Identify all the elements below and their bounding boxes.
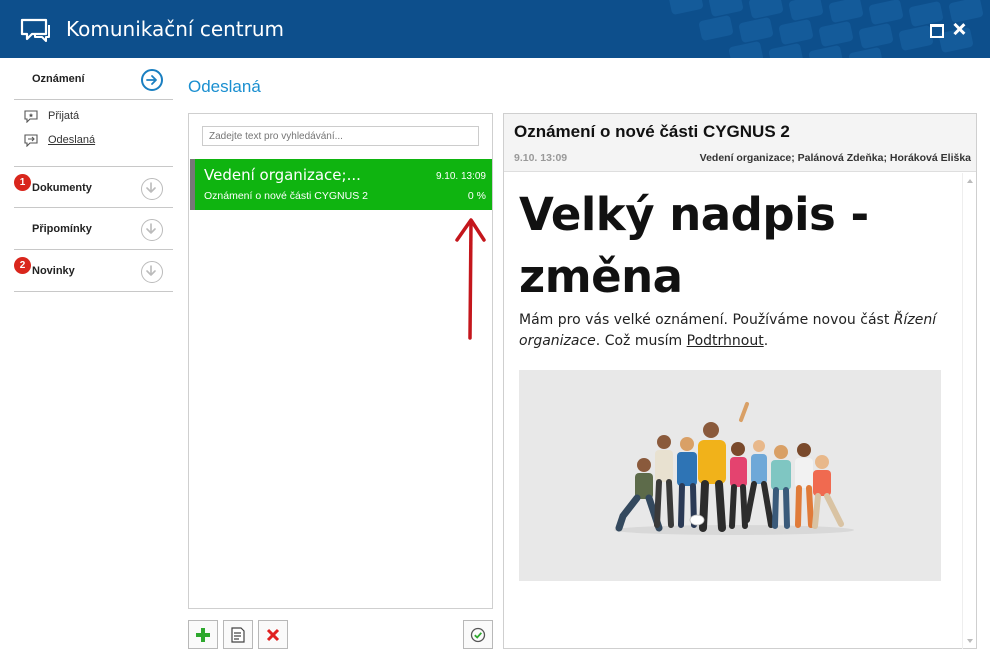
arrow-right-icon[interactable] <box>141 69 163 91</box>
delete-button[interactable] <box>258 620 288 649</box>
scrollbar[interactable] <box>962 173 976 649</box>
message-subject: Oznámení o nové části CYGNUS 2 <box>204 190 368 202</box>
search-input[interactable] <box>202 126 479 146</box>
check-circle-icon <box>470 627 486 643</box>
detail-header: Oznámení o nové části CYGNUS 2 9.10. 13:… <box>504 114 976 172</box>
scroll-up-icon[interactable] <box>967 179 973 183</box>
notification-badge: 2 <box>14 257 31 274</box>
body-text: . Což musím <box>595 333 687 349</box>
sidebar-section-oznameni[interactable]: Oznámení <box>14 58 173 100</box>
sidebar-item-label: Přijatá <box>48 110 80 122</box>
body-text: . <box>763 333 769 349</box>
sidebar: Oznámení Přijatá Odeslaná 1 Dokumenty Př… <box>0 58 180 658</box>
message-body: Mám pro vás velké oznámení. Používáme no… <box>519 310 949 352</box>
people-illustration <box>519 370 941 581</box>
maximize-icon[interactable] <box>926 20 944 38</box>
add-button[interactable] <box>188 620 218 649</box>
message-sender: Vedení organizace;... <box>204 166 361 184</box>
scroll-down-icon[interactable] <box>967 639 973 643</box>
message-detail: Oznámení o nové části CYGNUS 2 9.10. 13:… <box>503 113 977 649</box>
inbox-star-icon <box>24 110 38 123</box>
sidebar-section-novinky[interactable]: 2 Novinky <box>14 250 173 292</box>
page-title: Odeslaná <box>188 77 261 96</box>
outbox-arrow-icon <box>24 134 38 147</box>
sidebar-section-dokumenty[interactable]: 1 Dokumenty <box>14 166 173 208</box>
message-list-panel: Vedení organizace;... 9.10. 13:09 Oznáme… <box>188 113 493 609</box>
window-title: Komunikační centrum <box>66 17 285 41</box>
body-underlined-text: Podtrhnout <box>686 333 764 349</box>
chat-bubbles-icon <box>20 18 50 42</box>
body-text: Mám pro vás velké oznámení. Používáme no… <box>519 312 894 328</box>
confirm-button[interactable] <box>463 620 493 649</box>
sidebar-item-label: Odeslaná <box>48 134 96 146</box>
annotation-arrow <box>455 218 486 340</box>
delete-icon <box>266 628 280 642</box>
detail-date: 9.10. 13:09 <box>514 152 568 164</box>
detail-recipients: Vedení organizace; Palánová Zdeňka; Horá… <box>699 152 971 164</box>
add-icon <box>196 628 210 642</box>
detail-title: Oznámení o nové části CYGNUS 2 <box>514 122 790 141</box>
edit-button[interactable] <box>223 620 253 649</box>
arrow-down-icon[interactable] <box>141 178 163 200</box>
sidebar-section-label: Dokumenty <box>32 182 92 194</box>
message-date: 9.10. 13:09 <box>435 171 486 182</box>
sidebar-section-pripominky[interactable]: Připomínky <box>14 208 173 250</box>
message-heading: Velký nadpis - změna <box>519 188 869 303</box>
title-bar: Komunikační centrum <box>0 0 990 58</box>
notification-badge: 1 <box>14 174 31 191</box>
message-list-item[interactable]: Vedení organizace;... 9.10. 13:09 Oznáme… <box>190 159 492 210</box>
arrow-down-icon[interactable] <box>141 261 163 283</box>
sidebar-section-label: Oznámení <box>32 73 85 85</box>
sidebar-section-label: Novinky <box>32 265 75 277</box>
sidebar-section-label: Připomínky <box>32 223 92 235</box>
arrow-down-icon[interactable] <box>141 219 163 241</box>
edit-note-icon <box>231 627 245 643</box>
message-read-percent: 0 % <box>467 190 486 202</box>
close-icon[interactable] <box>950 20 968 38</box>
